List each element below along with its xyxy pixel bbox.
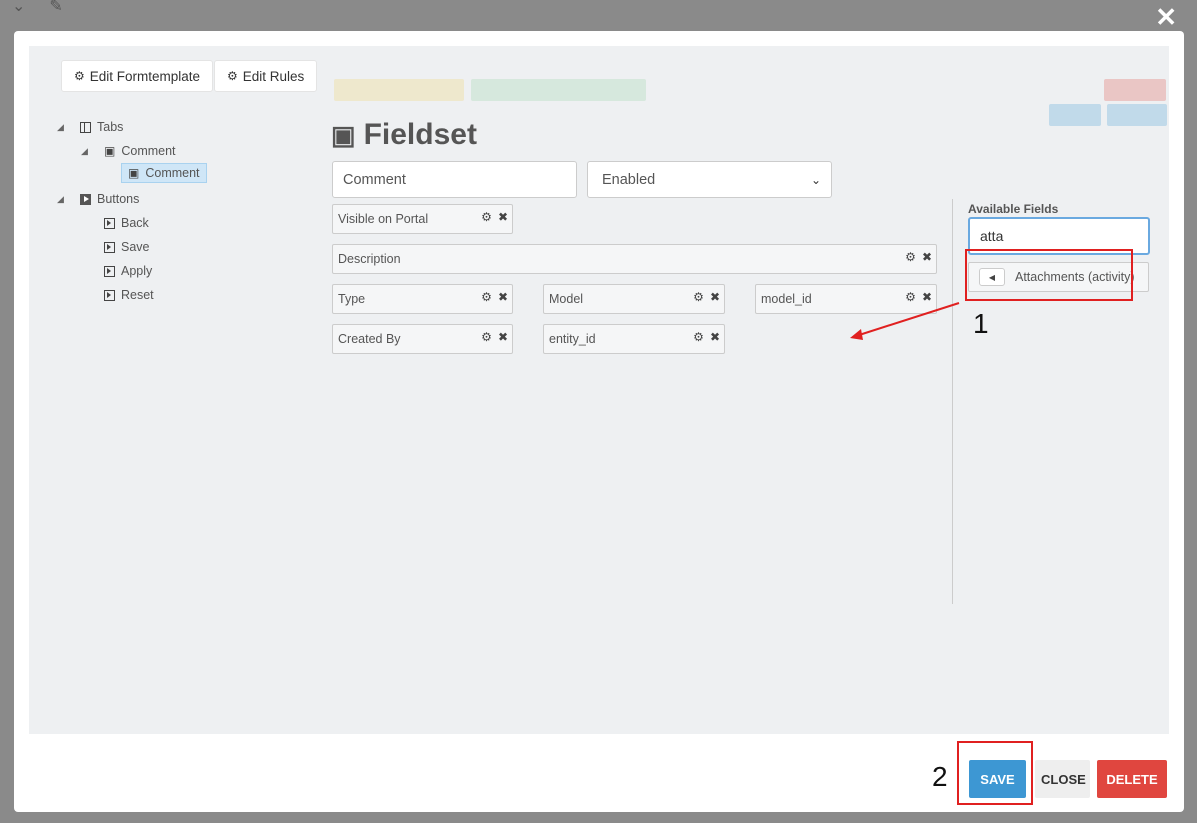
form-designer-modal: ⚙ Edit Formtemplate ⚙ Edit Rules ◢ Tabs … [14,31,1184,812]
gear-icon[interactable]: ⚙ [693,330,704,344]
available-fields-title: Available Fields [968,202,1059,216]
button-node-icon [104,241,115,253]
tabs-icon [80,121,91,133]
fieldset-status-value: Enabled [602,171,656,188]
fieldset-name-input[interactable]: Comment [332,161,577,198]
tree-node-buttons[interactable]: Buttons [80,192,139,206]
gear-icon[interactable]: ⚙ [481,330,492,344]
search-value: atta [980,228,1004,244]
close-icon[interactable]: ✖ [710,330,720,344]
gear-icon[interactable]: ⚙ [481,290,492,304]
tree-label: Save [121,240,150,254]
tree-label: Comment [145,166,200,180]
field-label: Description [338,252,401,266]
annotation-number-1: 1 [973,308,989,339]
tree-label: Back [121,216,149,230]
delete-button[interactable]: DELETE [1097,760,1167,798]
fieldset-name-value: Comment [343,171,406,188]
fieldset-status-select[interactable]: Enabled ⌄ [587,161,832,198]
tree-node-apply[interactable]: Apply [104,264,152,278]
button-node-icon [104,265,115,277]
expand-triangle-icon[interactable]: ◢ [81,146,88,157]
tree-node-comment-group[interactable]: ▣ Comment [104,144,176,158]
edit-rules-label: Edit Rules [242,68,305,84]
field-created-by[interactable]: Created By ⚙ ✖ [332,324,513,354]
close-icon[interactable]: ✖ [710,290,720,304]
background-pill [1104,79,1166,101]
close-icon[interactable]: ✖ [498,290,508,304]
tree-label: Buttons [97,192,140,206]
field-label: entity_id [549,332,596,346]
designer-panel: ⚙ Edit Formtemplate ⚙ Edit Rules ◢ Tabs … [29,46,1169,734]
background-pill [471,79,646,101]
close-icon[interactable]: ✖ [922,250,932,264]
background-pill [1107,104,1167,126]
tree-label: Tabs [97,120,124,134]
tree-node-tabs[interactable]: Tabs [80,120,123,134]
edit-formtemplate-button[interactable]: ⚙ Edit Formtemplate [61,60,214,92]
annotation-arrow [850,302,960,340]
edit-icon: ✎ [49,0,63,15]
buttons-icon [80,193,91,205]
field-label: Visible on Portal [338,212,429,226]
button-node-icon [104,217,115,229]
field-entity-id[interactable]: entity_id ⚙ ✖ [543,324,725,354]
tree-label: Apply [121,264,153,278]
gear-icon[interactable]: ⚙ [693,290,704,304]
fieldset-title: Fieldset [363,118,477,151]
gears-icon: ⚙ [74,69,85,83]
expand-triangle-icon[interactable]: ◢ [57,122,64,133]
chevron-down-icon: ⌄ [810,172,821,187]
gear-icon[interactable]: ⚙ [905,250,916,264]
field-label: model_id [761,292,812,306]
field-label: Created By [338,332,401,346]
annotation-box-1 [965,249,1133,301]
gears-icon: ⚙ [227,69,238,83]
button-node-icon [104,289,115,301]
tree-node-reset[interactable]: Reset [104,288,154,302]
background-pill [334,79,464,101]
gear-icon[interactable]: ⚙ [481,210,492,224]
edit-rules-button[interactable]: ⚙ Edit Rules [214,60,318,92]
background-toolbar: ⌄ ✎ [12,0,63,18]
page-title: ▣ Fieldset [331,118,477,152]
tree-label: Comment [121,144,176,158]
close-icon[interactable]: ✖ [498,330,508,344]
tree-node-save[interactable]: Save [104,240,150,254]
tree-label: Reset [121,288,154,302]
field-label: Type [338,292,366,306]
chevron-down-icon: ⌄ [12,0,26,15]
tree-node-comment-selected[interactable]: ▣ Comment [121,163,207,183]
field-visible-on-portal[interactable]: Visible on Portal ⚙ ✖ [332,204,513,234]
field-type[interactable]: Type ⚙ ✖ [332,284,513,314]
fieldset-icon: ▣ [104,144,116,158]
tree-node-back[interactable]: Back [104,216,149,230]
fieldset-icon: ▣ [128,166,140,180]
background-pill [1049,104,1101,126]
field-label: Model [549,292,584,306]
close-icon[interactable]: ✕ [1155,4,1177,30]
annotation-number-2: 2 [932,761,948,792]
field-model[interactable]: Model ⚙ ✖ [543,284,725,314]
save-button[interactable]: SAVE [969,760,1026,798]
close-icon[interactable]: ✖ [498,210,508,224]
fieldset-icon: ▣ [331,119,356,150]
edit-formtemplate-label: Edit Formtemplate [89,68,201,84]
field-description[interactable]: Description ⚙ ✖ [332,244,937,274]
expand-triangle-icon[interactable]: ◢ [57,194,64,205]
close-button[interactable]: CLOSE [1035,760,1090,798]
divider [952,199,953,604]
